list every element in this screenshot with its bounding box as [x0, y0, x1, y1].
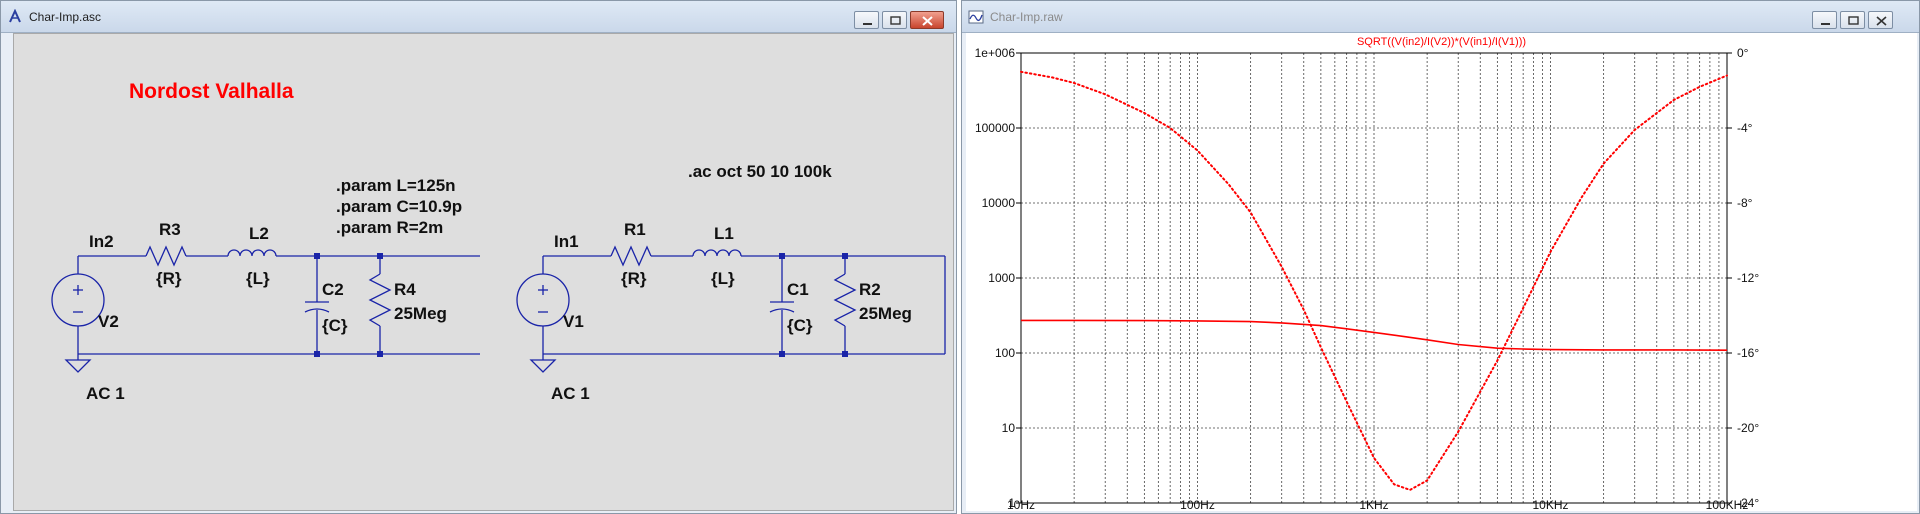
minimize-icon	[863, 23, 872, 25]
y-tick-label: 100000	[974, 121, 1015, 135]
resistor-r1-symbol	[610, 245, 652, 267]
y-tick-label: 10000	[981, 196, 1015, 210]
v2-name: V2	[98, 312, 119, 331]
y2-tick-label: -20°	[1737, 421, 1760, 435]
c2-value: {C}	[322, 316, 348, 335]
ground-symbol-b	[529, 359, 557, 373]
r2-value: 25Meg	[859, 304, 912, 323]
y-tick-label: 1	[1008, 496, 1015, 510]
plot-close-button[interactable]	[1868, 11, 1893, 29]
close-icon	[922, 16, 933, 26]
r1-value: {R}	[621, 269, 647, 288]
r3-name: R3	[159, 220, 181, 239]
restore-icon	[890, 16, 901, 25]
restore-icon	[1848, 16, 1859, 25]
c1-name: C1	[787, 280, 809, 299]
l1-name: L1	[714, 224, 734, 243]
minimize-button[interactable]	[854, 11, 879, 29]
y-tick-label: 1e+006	[974, 46, 1015, 60]
x-tick-label: 100KHz	[1705, 498, 1749, 512]
node-label-in1: In1	[554, 232, 579, 251]
l2-name: L2	[249, 224, 269, 243]
y2-tick-label: 0°	[1737, 46, 1749, 60]
waveform-window-title: Char-Imp.raw	[990, 10, 1063, 24]
resistor-r2-symbol	[833, 273, 857, 327]
plot-restore-button[interactable]	[1840, 11, 1865, 29]
waveform-titlebar[interactable]: Char-Imp.raw	[962, 1, 1919, 33]
plot-svg	[1016, 52, 1732, 504]
y-tick-label: 10	[1001, 421, 1015, 435]
x-tick-label: 1KHz	[1359, 498, 1389, 512]
y-tick-label: 1000	[988, 271, 1015, 285]
resistor-r4-symbol	[368, 273, 392, 327]
node-label-in2: In2	[89, 232, 114, 251]
param-c: .param C=10.9p	[336, 197, 463, 216]
l2-value: {L}	[246, 269, 270, 288]
c2-name: C2	[322, 280, 344, 299]
resistor-r3-symbol	[145, 245, 187, 267]
close-button[interactable]	[910, 11, 944, 29]
schematic-canvas[interactable]: Nordost Valhalla .param L=125n .param C=…	[13, 33, 954, 511]
y2-tick-label: -8°	[1737, 196, 1753, 210]
v1-value: AC 1	[551, 384, 590, 403]
v1-name: V1	[563, 312, 584, 331]
close-icon	[1876, 16, 1887, 26]
ltspice-schematic-icon	[9, 9, 21, 23]
x-tick-label: 10KHz	[1532, 498, 1569, 512]
schematic-window: Char-Imp.asc Nordost Valhalla .param L=1…	[0, 0, 957, 514]
plot-minimize-button[interactable]	[1812, 11, 1837, 29]
ac-directive: .ac oct 50 10 100k	[688, 162, 832, 181]
ground-symbol-a	[64, 359, 92, 373]
restore-button[interactable]	[882, 11, 907, 29]
inductor-l1-symbol	[692, 249, 742, 257]
r3-value: {R}	[156, 269, 182, 288]
schematic-titlebar[interactable]: Char-Imp.asc	[1, 1, 956, 33]
v2-value: AC 1	[86, 384, 125, 403]
r2-name: R2	[859, 280, 881, 299]
r4-name: R4	[394, 280, 416, 299]
y-tick-label: 100	[994, 346, 1015, 360]
waveform-window: Char-Imp.raw SQRT((V(in2)/I(V2))*(V(in1)…	[961, 0, 1920, 514]
schematic-title: Nordost Valhalla	[129, 80, 294, 103]
voltage-source-v2-symbol	[51, 273, 105, 327]
x-tick-label: 10Hz	[1006, 498, 1036, 512]
l1-value: {L}	[711, 269, 735, 288]
inductor-l2-symbol	[227, 249, 277, 257]
plot-pane[interactable]: SQRT((V(in2)/I(V2))*(V(in1)/I(V1))) 1e+0…	[966, 33, 1917, 512]
r1-name: R1	[624, 220, 646, 239]
y2-tick-label: -12°	[1737, 271, 1760, 285]
x-tick-label: 100Hz	[1180, 498, 1215, 512]
y2-tick-label: -4°	[1737, 121, 1753, 135]
waveform-viewer-icon	[968, 10, 984, 24]
c1-value: {C}	[787, 316, 813, 335]
param-l: .param L=125n	[336, 176, 456, 195]
r4-value: 25Meg	[394, 304, 447, 323]
voltage-source-v1-symbol	[516, 273, 570, 327]
y2-tick-label: -16°	[1737, 346, 1760, 360]
param-r: .param R=2m	[336, 218, 444, 237]
minimize-icon	[1821, 23, 1830, 25]
schematic-window-title: Char-Imp.asc	[29, 10, 102, 24]
